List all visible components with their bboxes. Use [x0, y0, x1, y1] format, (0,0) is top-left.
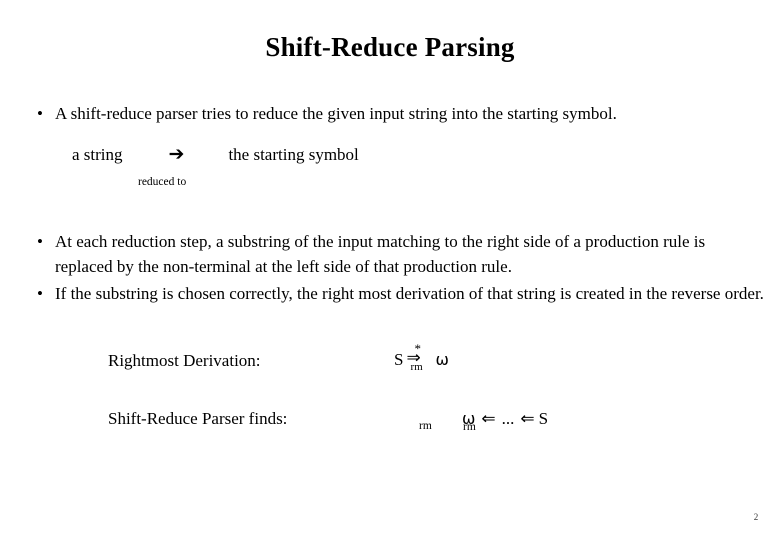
- reduction-caption: reduced to: [138, 176, 187, 188]
- rm-subscript-left-label: rm: [419, 420, 432, 432]
- ellipsis-label: ...: [501, 409, 515, 428]
- shift-reduce-finds-label: Shift-Reduce Parser finds:: [108, 409, 288, 428]
- bullet-text-3: If the substring is chosen correctly, th…: [55, 284, 764, 303]
- reverse-derivation-start-symbol: ω: [462, 409, 476, 428]
- bullet-item-2: • At each reduction step, a substring of…: [30, 229, 770, 279]
- slide-canvas: Shift-Reduce Parsing • A shift-reduce pa…: [0, 0, 780, 540]
- bullet-item-1: • A shift-reduce parser tries to reduce …: [30, 101, 760, 126]
- reverse-derivation-end-symbol: S: [538, 409, 549, 428]
- derives-arrow-group: * ⇒ rm: [406, 342, 432, 373]
- right-arrow-icon: ➔: [168, 142, 185, 165]
- derivation-start-symbol: S: [394, 350, 404, 369]
- reverse-derivation-expression: ω ⇐ ... ⇐ S: [462, 408, 548, 430]
- bullet-marker-icon: •: [37, 284, 43, 303]
- bullet-item-3: • If the substring is chosen correctly, …: [30, 281, 770, 306]
- page-title: Shift-Reduce Parsing: [265, 32, 515, 62]
- bullet-marker-icon: •: [37, 232, 43, 251]
- double-left-arrow-icon: ⇐: [481, 409, 496, 429]
- bullet-text-1: A shift-reduce parser tries to reduce th…: [55, 104, 617, 123]
- double-left-arrow-icon: ⇐: [520, 409, 535, 429]
- rightmost-derivation-label: Rightmost Derivation:: [108, 351, 261, 370]
- bullet-marker-icon: •: [37, 104, 43, 123]
- derivation-end-symbol: ω: [435, 350, 449, 369]
- bullet-text-2: At each reduction step, a substring of t…: [55, 232, 706, 276]
- reduction-right-term: the starting symbol: [228, 145, 359, 164]
- reduction-left-term: a string: [72, 145, 123, 164]
- reduction-diagram: a string ➔ the starting symbol: [72, 143, 359, 167]
- page-number: 2: [753, 512, 759, 522]
- rightmost-derivation-expression: S * ⇒ rm ω: [394, 342, 449, 373]
- rm-subscript-label: rm: [410, 361, 423, 373]
